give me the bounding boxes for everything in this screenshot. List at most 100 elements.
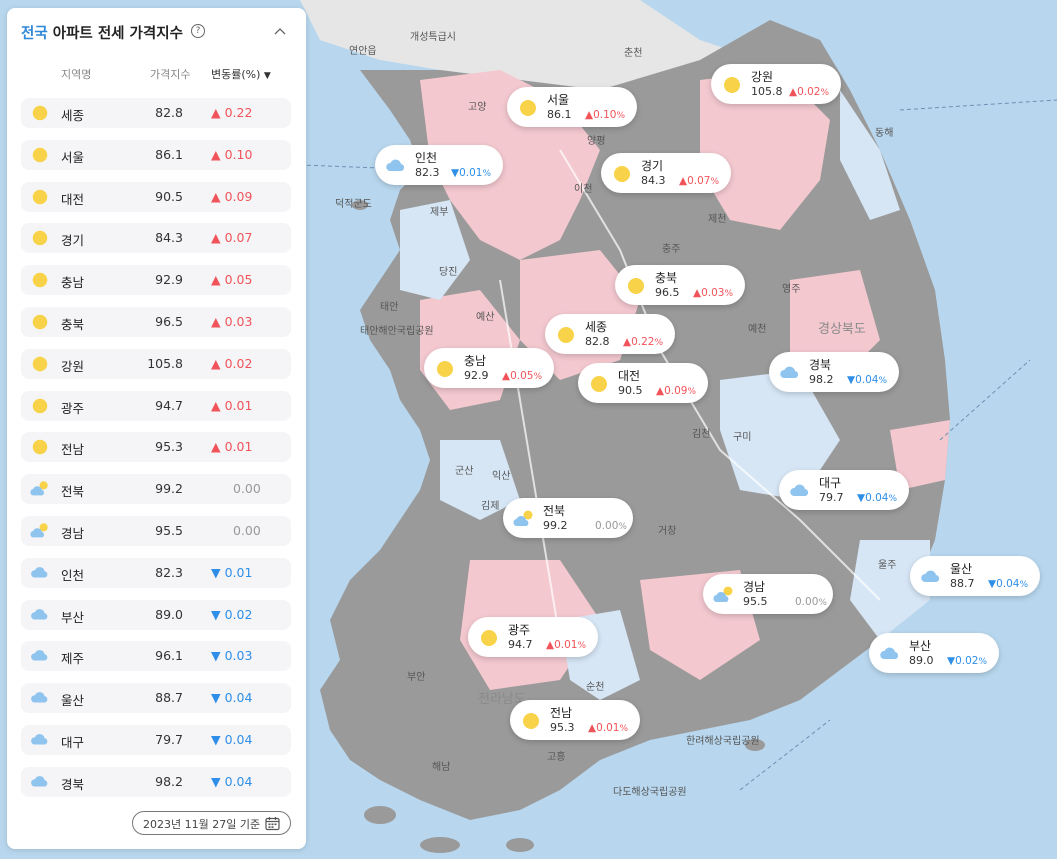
marker-change-rate: ▲0.03%: [693, 287, 733, 299]
region-row[interactable]: 전북 99.2 0.00: [21, 474, 291, 505]
map-region-marker[interactable]: 대구 79.7 ▼0.04%: [779, 470, 909, 510]
map-place-label: 예천: [748, 324, 767, 335]
map-region-marker[interactable]: 경기 84.3 ▲0.07%: [601, 153, 731, 193]
region-name: 제주: [61, 651, 85, 667]
map-region-marker[interactable]: 경남 95.5 0.00%: [703, 574, 833, 614]
marker-price-index: 88.7: [950, 577, 975, 590]
region-row[interactable]: 울산 88.7 ▼ 0.04: [21, 683, 291, 714]
cloud-icon: [779, 362, 801, 384]
region-row[interactable]: 대구 79.7 ▼ 0.04: [21, 725, 291, 755]
region-name: 대구: [61, 735, 85, 750]
map-region-marker[interactable]: 인천 82.3 ▼0.01%: [375, 145, 503, 185]
map-place-label: 거창: [658, 526, 677, 537]
sun-icon: [29, 312, 51, 332]
region-scope-label[interactable]: 전국: [21, 26, 48, 42]
map-place-label: 한려해상국립공원: [686, 736, 760, 747]
date-label: 2023년 11월 27일 기준: [143, 818, 261, 831]
region-row[interactable]: 서울 86.1 ▲ 0.10: [21, 139, 291, 170]
marker-region-name: 대전: [618, 369, 641, 383]
triangle-down-icon: ▼: [211, 606, 225, 622]
column-header-index[interactable]: 가격지수: [150, 66, 190, 82]
region-row[interactable]: 충남 92.9 ▲ 0.05: [21, 265, 291, 296]
triangle-up-icon: ▲: [546, 639, 555, 651]
question-circle-icon[interactable]: ?: [191, 24, 205, 38]
marker-change-rate: ▲0.22%: [623, 336, 663, 348]
caret-down-icon: ▼: [263, 71, 271, 81]
map-place-label: 울주: [878, 560, 897, 571]
marker-change-value: 0.01: [554, 639, 578, 651]
chevron-up-icon[interactable]: [273, 24, 287, 38]
sun-icon: [625, 275, 647, 297]
marker-region-name: 전북: [543, 504, 566, 518]
map-region-marker[interactable]: 충남 92.9 ▲0.05%: [424, 348, 554, 388]
region-row[interactable]: 전남 95.3 ▲ 0.01: [21, 432, 291, 463]
map-place-label: 당진: [439, 267, 458, 278]
map-region-marker[interactable]: 대전 90.5 ▲0.09%: [578, 363, 708, 403]
map-region-marker[interactable]: 전북 99.2 0.00%: [503, 498, 633, 538]
partly-cloudy-icon: [29, 521, 51, 541]
marker-price-index: 95.3: [550, 721, 575, 734]
date-picker-button[interactable]: 2023년 11월 27일 기준: [132, 811, 291, 835]
marker-change-rate: ▼0.01%: [451, 167, 491, 179]
marker-change-rate: 0.00%: [595, 520, 627, 532]
change-rate: ▼ 0.01: [211, 565, 252, 580]
price-index-value: 82.8: [155, 105, 183, 120]
map-region-marker[interactable]: 울산 88.7 ▼0.04%: [910, 556, 1040, 596]
price-index-value: 99.2: [155, 481, 183, 497]
marker-price-index: 79.7: [819, 491, 844, 504]
cloud-icon: [29, 772, 51, 792]
region-row[interactable]: 인천 82.3 ▼ 0.01: [21, 557, 291, 588]
sun-icon: [478, 627, 500, 649]
price-index-value: 105.8: [147, 355, 183, 371]
triangle-up-icon: ▲: [656, 385, 665, 397]
map-region-marker[interactable]: 부산 89.0 ▼0.02%: [869, 633, 999, 673]
marker-change-rate: ▼0.04%: [857, 492, 897, 504]
cloud-icon: [29, 730, 51, 750]
marker-price-index: 82.8: [585, 335, 610, 348]
column-header-change[interactable]: 변동률(%) ▼: [211, 66, 271, 82]
map-region-marker[interactable]: 충북 96.5 ▲0.03%: [615, 265, 745, 305]
marker-change-value: 0.03: [701, 287, 725, 299]
percent-sign: %: [577, 641, 587, 651]
triangle-down-icon: ▼: [847, 374, 856, 386]
change-rate-value: 0.04: [224, 732, 253, 747]
sun-icon: [29, 145, 51, 165]
region-row[interactable]: 부산 89.0 ▼ 0.02: [21, 599, 291, 630]
map-region-marker[interactable]: 전남 95.3 ▲0.01%: [510, 700, 640, 740]
percent-sign: %: [687, 387, 697, 397]
region-row[interactable]: 충북 96.5 ▲ 0.03: [21, 307, 291, 337]
marker-change-rate: ▼0.02%: [947, 655, 987, 667]
region-row[interactable]: 경북 98.2 ▼ 0.04: [21, 766, 291, 797]
region-row[interactable]: 대전 90.5 ▲ 0.09: [21, 181, 291, 212]
region-row[interactable]: 광주 94.7 ▲ 0.01: [21, 390, 291, 421]
map-place-label: 경상북도: [818, 322, 866, 337]
region-name: 전남: [61, 442, 85, 458]
sun-icon: [434, 358, 456, 380]
change-rate: ▲ 0.10: [211, 147, 252, 162]
triangle-down-icon: ▼: [211, 564, 225, 580]
percent-sign: %: [533, 372, 543, 382]
map-region-marker[interactable]: 세종 82.8 ▲0.22%: [545, 314, 675, 354]
map-place-label: 김천: [692, 429, 711, 440]
price-index-value: 94.7: [155, 397, 183, 413]
map-region-marker[interactable]: 경북 98.2 ▼0.04%: [769, 352, 899, 392]
map-place-label: 군산: [455, 466, 474, 477]
price-index-value: 96.5: [155, 314, 183, 329]
region-row[interactable]: 세종 82.8 ▲ 0.22: [21, 98, 291, 128]
map-region-marker[interactable]: 강원 105.8 ▲0.02%: [711, 64, 841, 104]
region-row[interactable]: 제주 96.1 ▼ 0.03: [21, 641, 291, 672]
region-name: 충북: [61, 317, 85, 332]
marker-change-rate: ▲0.02%: [789, 86, 829, 98]
map-region-marker[interactable]: 광주 94.7 ▲0.01%: [468, 617, 598, 657]
map-place-label: 김제: [481, 501, 500, 512]
region-row[interactable]: 경남 95.5 0.00: [21, 516, 291, 546]
marker-region-name: 충남: [464, 354, 487, 368]
region-row[interactable]: 강원 105.8 ▲ 0.02: [21, 348, 291, 379]
region-name: 경남: [61, 526, 85, 541]
region-row[interactable]: 경기 84.3 ▲ 0.07: [21, 223, 291, 254]
marker-price-index: 90.5: [618, 384, 643, 397]
triangle-down-icon: ▼: [988, 578, 997, 590]
change-rate-value: 0.10: [224, 146, 253, 162]
island: [385, 623, 405, 637]
map-region-marker[interactable]: 서울 86.1 ▲0.10%: [507, 87, 637, 127]
